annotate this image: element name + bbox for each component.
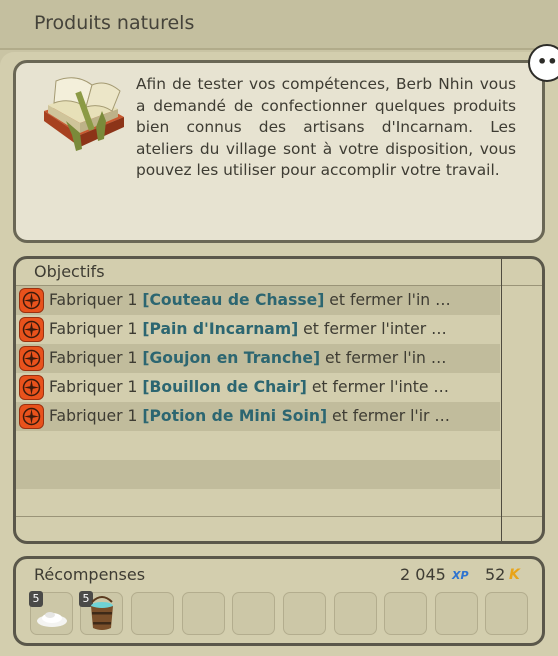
xp-icon: XP: [452, 569, 469, 582]
item-link[interactable]: [Bouillon de Chair]: [142, 378, 307, 396]
objectives-header: Objectifs: [34, 262, 105, 281]
reward-slot-empty[interactable]: [435, 592, 478, 635]
objectives-panel: Objectifs Fabriquer 1 [Couteau de Chasse…: [13, 256, 545, 544]
compass-icon: [19, 404, 44, 429]
objective-row[interactable]: Fabriquer 1 [Pain d'Incarnam] et fermer …: [16, 315, 500, 344]
kamas-value: 52: [485, 565, 506, 584]
reward-slot-empty[interactable]: [334, 592, 377, 635]
reward-slot-empty[interactable]: [485, 592, 528, 635]
objective-text: Fabriquer 1 [Couteau de Chasse] et ferme…: [49, 291, 451, 309]
reward-slot-empty[interactable]: [182, 592, 225, 635]
rewards-panel: Récompenses 2 045 XP 52 K 5 5: [13, 556, 545, 646]
scrollbar-track[interactable]: [501, 259, 502, 541]
item-link[interactable]: [Couteau de Chasse]: [142, 291, 324, 309]
compass-icon: [19, 375, 44, 400]
objective-row[interactable]: Fabriquer 1 [Potion de Mini Soin] et fer…: [16, 402, 500, 431]
objective-text: Fabriquer 1 [Potion de Mini Soin] et fer…: [49, 407, 451, 425]
reward-slot-empty[interactable]: [131, 592, 174, 635]
reward-slot[interactable]: 5: [79, 591, 123, 635]
item-link[interactable]: [Potion de Mini Soin]: [142, 407, 327, 425]
objective-text: Fabriquer 1 [Goujon en Tranche] et ferme…: [49, 349, 447, 367]
compass-icon: [19, 288, 44, 313]
title-bar: Produits naturels: [0, 0, 558, 50]
item-link[interactable]: [Pain d'Incarnam]: [142, 320, 298, 338]
reward-slot-empty[interactable]: [232, 592, 275, 635]
compass-icon: [19, 317, 44, 342]
book-icon: [36, 71, 128, 163]
objective-text: Fabriquer 1 [Pain d'Incarnam] et fermer …: [49, 320, 447, 338]
quest-description-box: Afin de tester vos compétences, Berb Nhi…: [13, 60, 545, 243]
objective-row[interactable]: Fabriquer 1 [Bouillon de Chair] et ferme…: [16, 373, 500, 402]
reward-slot-empty[interactable]: [283, 592, 326, 635]
objective-row[interactable]: Fabriquer 1 [Couteau de Chasse] et ferme…: [16, 286, 500, 315]
chat-bubble-icon[interactable]: •••: [528, 44, 558, 82]
reward-slot-empty[interactable]: [384, 592, 427, 635]
empty-row: [16, 489, 500, 518]
compass-icon: [19, 346, 44, 371]
item-link[interactable]: [Goujon en Tranche]: [142, 349, 320, 367]
dots-icon: •••: [537, 52, 558, 71]
kamas-icon: K: [509, 567, 520, 583]
empty-row: [16, 431, 500, 460]
objective-text: Fabriquer 1 [Bouillon de Chair] et ferme…: [49, 378, 449, 396]
water-bucket-icon: [91, 596, 113, 630]
empty-row: [16, 460, 500, 489]
divider: [16, 516, 542, 517]
rewards-header: Récompenses: [34, 565, 146, 584]
xp-value: 2 045: [400, 565, 446, 584]
reward-slot[interactable]: 5: [29, 591, 73, 635]
window-title: Produits naturels: [34, 12, 195, 34]
quest-description-text: Afin de tester vos compétences, Berb Nhi…: [136, 75, 516, 180]
salt-powder-icon: [37, 612, 67, 627]
objective-row[interactable]: Fabriquer 1 [Goujon en Tranche] et ferme…: [16, 344, 500, 373]
